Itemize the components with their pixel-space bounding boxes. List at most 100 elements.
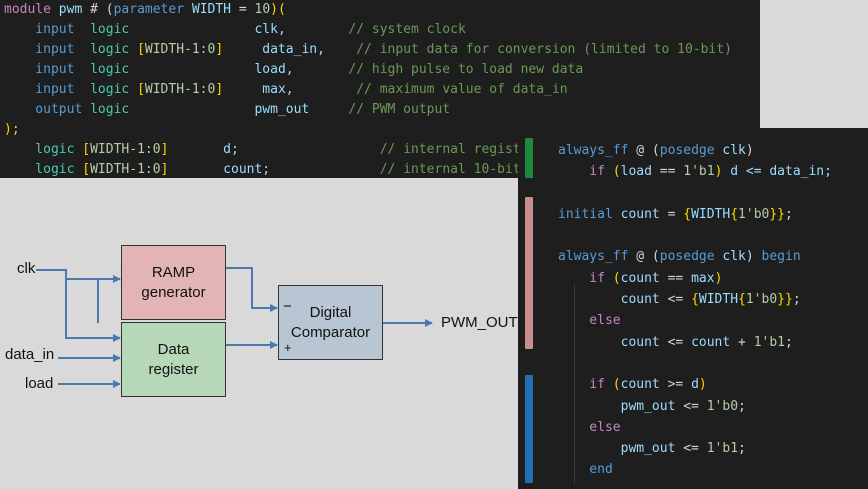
data-register-label: Data register bbox=[148, 340, 199, 378]
right-line: else bbox=[558, 417, 832, 438]
code-token: 1'b1 bbox=[683, 164, 715, 180]
code-token: input bbox=[4, 82, 91, 97]
right-line bbox=[558, 353, 832, 374]
code-token: WIDTH bbox=[191, 2, 232, 17]
code-token: // internal register bbox=[379, 142, 537, 157]
data-in-label: data_in bbox=[5, 346, 55, 363]
right-line: if (load == 1'b1) d <= data_in; bbox=[558, 161, 832, 182]
code-token: initial bbox=[558, 206, 621, 222]
code-token: module bbox=[4, 2, 59, 17]
ramp-generator-label: RAMP generator bbox=[141, 263, 206, 301]
code-token: 1'b0 bbox=[738, 206, 770, 222]
code-token: }} bbox=[777, 292, 793, 308]
code-token: 1'b1 bbox=[706, 441, 739, 457]
code-token: ) bbox=[698, 377, 707, 393]
code-token: always_ff bbox=[558, 143, 637, 158]
code-token: pwm_out bbox=[558, 441, 676, 457]
code-token: ); bbox=[4, 122, 20, 137]
digital-comparator-block: Digital Comparator bbox=[278, 285, 383, 360]
code-token: logic bbox=[90, 82, 138, 97]
code-token: + bbox=[730, 334, 754, 350]
code-token: { bbox=[683, 206, 692, 222]
code-token: if bbox=[558, 270, 613, 286]
code-token: count bbox=[620, 206, 660, 222]
code-token: always_ff bbox=[558, 249, 637, 265]
code-token: # ( bbox=[82, 2, 114, 17]
code-token: count; bbox=[168, 162, 380, 177]
digital-comparator-label: Digital Comparator bbox=[290, 303, 371, 341]
blue-marker bbox=[525, 375, 533, 483]
code-token: ( bbox=[612, 164, 621, 180]
code-token: pwm_out bbox=[129, 102, 349, 117]
right-line bbox=[558, 225, 832, 246]
always-blocks-code: always_ff @ (posedge clk) if (load == 1'… bbox=[558, 140, 832, 481]
code-token: ) bbox=[714, 270, 723, 286]
code-token: load bbox=[620, 164, 652, 180]
code-token: <= bbox=[659, 334, 692, 350]
code-token: ] bbox=[215, 82, 224, 97]
code-token: // high pulse to load new data bbox=[348, 62, 584, 77]
code-token: pwm bbox=[58, 2, 83, 17]
code-token: { bbox=[691, 292, 699, 308]
code-token: WIDTH-1:0 bbox=[90, 162, 161, 177]
load-label: load bbox=[25, 375, 54, 392]
top-line: module pwm # (parameter WIDTH = 10)( bbox=[4, 0, 732, 20]
data-register-block: Data register bbox=[121, 322, 226, 397]
code-token: // internal 10-bit c bbox=[379, 162, 537, 177]
code-token: input bbox=[4, 42, 91, 57]
code-token: @ ( bbox=[636, 143, 660, 158]
code-token: [ bbox=[137, 42, 145, 57]
right-line: else bbox=[558, 310, 832, 331]
code-token: d bbox=[691, 377, 699, 393]
diagram-wires bbox=[36, 267, 433, 388]
code-token: posedge bbox=[659, 143, 723, 158]
code-token: d <= data_in; bbox=[722, 164, 832, 180]
top-line: input logic load, // high pulse to load … bbox=[4, 60, 732, 80]
top-line: input logic [WIDTH-1:0] data_in, // inpu… bbox=[4, 40, 732, 60]
code-token: count bbox=[558, 334, 660, 350]
right-line: count <= count + 1'b1; bbox=[558, 332, 832, 353]
code-token: }} bbox=[769, 206, 786, 222]
code-token: @ ( bbox=[636, 249, 660, 265]
comparator-plus-label: + bbox=[284, 340, 292, 355]
code-token: input bbox=[4, 62, 91, 77]
clk-wire-ramp bbox=[36, 269, 121, 283]
top-line: output logic pwm_out // PWM output bbox=[4, 100, 732, 120]
code-token: d; bbox=[168, 142, 380, 157]
clk-wire-split bbox=[66, 278, 99, 323]
clk-wire-register bbox=[65, 270, 121, 342]
right-line: pwm_out <= 1'b1; bbox=[558, 438, 832, 459]
code-token: 1'b0 bbox=[706, 398, 739, 414]
code-token: if bbox=[558, 377, 613, 393]
code-token: count bbox=[620, 270, 660, 286]
code-token: count bbox=[558, 292, 660, 308]
right-line: if (count >= d) bbox=[558, 374, 832, 395]
code-token: logic bbox=[90, 102, 130, 117]
code-token: <= bbox=[675, 441, 707, 457]
code-token: ) bbox=[745, 143, 754, 158]
code-token: parameter bbox=[113, 2, 192, 17]
code-token: ; bbox=[738, 441, 746, 457]
code-token: begin bbox=[761, 249, 801, 265]
green-marker bbox=[525, 138, 533, 178]
code-token: WIDTH-1:0 bbox=[144, 82, 216, 97]
code-token: logic bbox=[90, 62, 130, 77]
code-token: ; bbox=[785, 334, 793, 350]
code-token: WIDTH-1:0 bbox=[90, 142, 161, 157]
code-token: WIDTH bbox=[698, 292, 739, 308]
right-line: pwm_out <= 1'b0; bbox=[558, 396, 832, 417]
right-line: if (count == max) bbox=[558, 268, 832, 289]
right-line bbox=[558, 183, 832, 204]
code-token: // PWM output bbox=[348, 102, 451, 117]
pwm-block-diagram: RAMP generator Data register Digital Com… bbox=[0, 178, 518, 489]
right-code-panel: always_ff @ (posedge clk) if (load == 1'… bbox=[518, 128, 868, 489]
code-token: if bbox=[558, 164, 613, 180]
code-token: count bbox=[691, 334, 731, 350]
code-token: // system clock bbox=[348, 22, 466, 37]
code-token: output bbox=[4, 102, 91, 117]
code-token: == bbox=[651, 164, 684, 180]
code-token: { bbox=[738, 292, 746, 308]
code-token: 10 bbox=[254, 2, 271, 17]
code-token: ) bbox=[745, 249, 762, 265]
clk-label: clk bbox=[17, 260, 36, 277]
